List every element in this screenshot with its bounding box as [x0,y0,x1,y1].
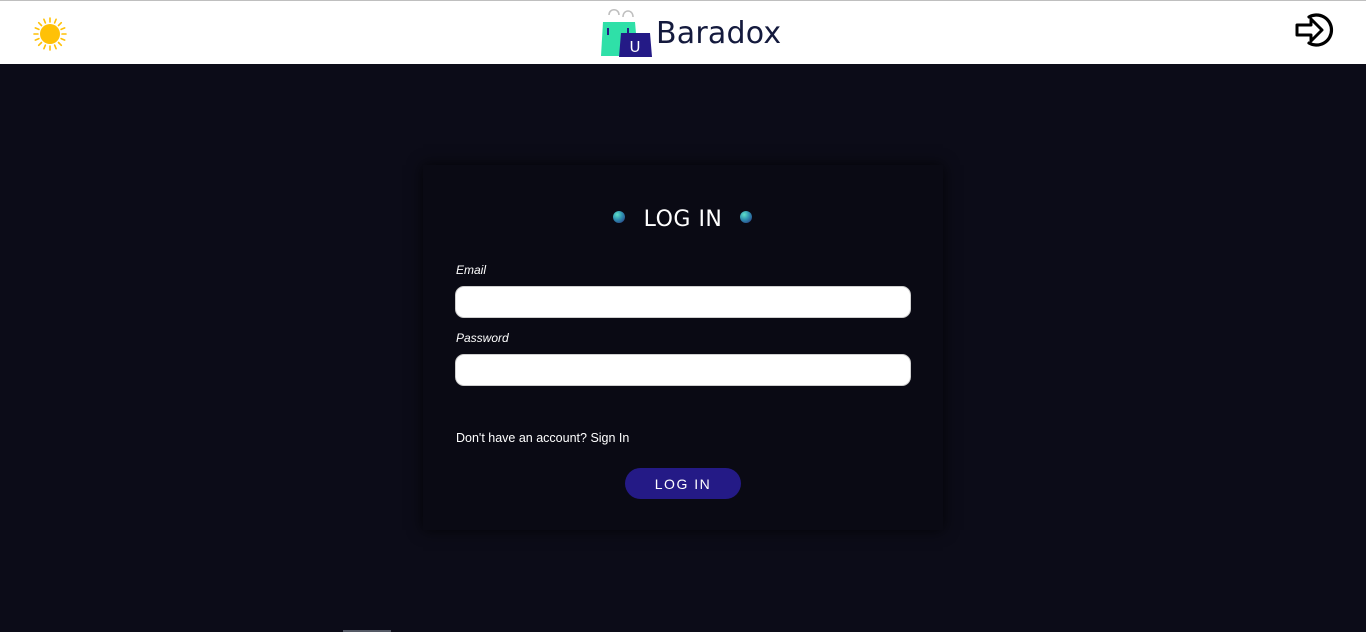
no-account-text: Don't have an account? [456,431,587,445]
decorative-dot-icon [613,211,625,223]
login-title: LOG IN [643,207,723,232]
login-title-row: LOG IN [423,207,943,237]
no-account-prompt: Don't have an account? Sign In [456,431,629,445]
email-field[interactable] [455,286,911,318]
brand-name: Baradox [656,15,782,51]
email-label: Email [456,263,487,277]
sun-icon[interactable] [30,14,70,54]
shopping-bag-icon: U [601,8,652,57]
sign-in-link[interactable]: Sign In [590,431,629,445]
login-button[interactable]: LOG IN [625,468,741,499]
top-header: U Baradox [0,0,1366,64]
brand-logo[interactable]: U Baradox [600,7,781,59]
decorative-dot-icon [740,211,752,223]
password-field[interactable] [455,354,911,386]
login-card: LOG IN Email Password Don't have an acco… [423,165,943,530]
main-content: LOG IN Email Password Don't have an acco… [0,64,1366,632]
logo-badge-letter: U [630,38,641,56]
sign-in-arrow-icon[interactable] [1294,10,1338,50]
password-label: Password [456,331,509,345]
